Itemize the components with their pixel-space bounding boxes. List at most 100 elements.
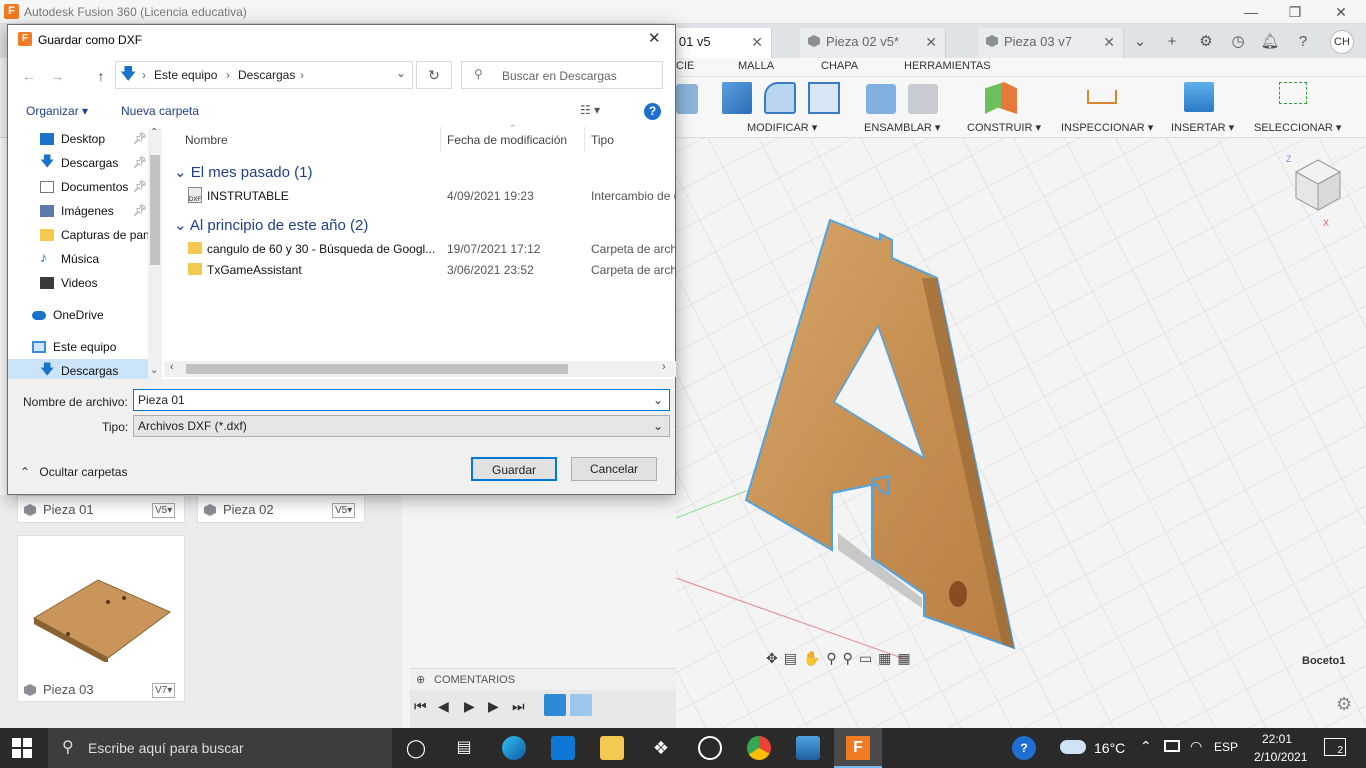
view-options-icon[interactable]: ☷ ▾ <box>580 103 600 117</box>
file-explorer-icon[interactable] <box>600 736 624 760</box>
chevron-down-icon[interactable]: ⌄ <box>1128 30 1152 54</box>
table-row[interactable]: cangulo de 60 y 30 - Búsqueda de Googl..… <box>164 238 676 258</box>
chamfer-icon[interactable] <box>808 82 840 114</box>
tree-item-imagenes[interactable]: Imágenes 📌︎ <box>8 199 153 223</box>
version-badge[interactable]: V7▾ <box>152 683 176 698</box>
data-item-pieza-02[interactable]: Pieza 02 V5▾ <box>197 495 365 523</box>
timeline-next-icon[interactable]: ▶ <box>488 698 499 715</box>
add-comment-icon[interactable]: ⊕ <box>416 669 425 691</box>
tree-item-musica[interactable]: ♪ Música <box>8 247 153 271</box>
ribbon-tab-herramientas[interactable]: HERRAMIENTAS <box>904 60 991 72</box>
joint-icon[interactable] <box>908 84 938 114</box>
app-icon[interactable] <box>698 736 722 760</box>
grid-settings-icon[interactable]: ▦ <box>878 650 897 666</box>
data-item-pieza-01[interactable]: Pieza 01 V5▾ <box>17 495 185 523</box>
measure-icon[interactable] <box>1087 90 1117 104</box>
temperature[interactable]: 16°C <box>1094 740 1125 756</box>
ribbon-tab-malla[interactable]: MALLA <box>738 60 774 72</box>
tree-scrollbar[interactable]: ⌃ ⌄ <box>148 127 162 379</box>
timeline-sketch-feature[interactable] <box>544 694 566 716</box>
tree-item-onedrive[interactable]: OneDrive <box>8 303 153 327</box>
modify-menu[interactable]: MODIFICAR ▾ <box>747 121 817 134</box>
back-arrow-icon[interactable]: ← <box>20 67 38 85</box>
weather-cloud-icon[interactable] <box>1060 740 1086 754</box>
ribbon-tab-superficie[interactable]: CIE <box>676 60 694 72</box>
close-tab-icon[interactable]: ✕ <box>751 28 763 56</box>
tree-item-desktop[interactable]: Desktop 📌︎ <box>8 127 153 151</box>
assemble-menu[interactable]: ENSAMBLAR ▾ <box>864 121 940 134</box>
tab-pieza-02[interactable]: Pieza 02 v5* ✕ <box>800 28 946 58</box>
column-header-date[interactable]: Fecha de modificación <box>447 133 567 147</box>
tab-pieza-01[interactable]: a 01 v5 ✕ <box>660 28 772 58</box>
fillet-icon[interactable] <box>764 82 796 114</box>
inspect-menu[interactable]: INSPECCIONAR ▾ <box>1061 121 1153 134</box>
cancel-button[interactable]: Cancelar <box>571 457 657 481</box>
minimize-button[interactable]: — <box>1240 2 1262 22</box>
address-bar[interactable]: 🡇 › Este equipo › Descargas › ⌄ <box>115 61 413 89</box>
tree-item-videos[interactable]: Videos <box>8 271 153 295</box>
hide-folders-button[interactable]: ⌃ Ocultar carpetas <box>20 465 127 479</box>
viewports-icon[interactable]: ▦ <box>897 650 916 666</box>
up-arrow-icon[interactable]: ↑ <box>92 67 110 85</box>
tab-pieza-03[interactable]: Pieza 03 v7 ✕ <box>978 28 1124 58</box>
help-tray-icon[interactable]: ? <box>1012 736 1036 760</box>
tree-item-documentos[interactable]: Documentos 📌︎ <box>8 175 153 199</box>
timeline-extrude-feature[interactable] <box>570 694 592 716</box>
version-badge[interactable]: V5▾ <box>332 503 356 518</box>
look-at-icon[interactable]: ▤ <box>784 650 803 666</box>
data-item-pieza-03[interactable]: Pieza 03 V7▾ <box>17 535 185 702</box>
search-input[interactable]: ⚲ Buscar en Descargas <box>461 61 663 89</box>
select-window-icon[interactable] <box>1279 82 1307 104</box>
refresh-button[interactable]: ↻ <box>416 61 452 89</box>
insert-image-icon[interactable] <box>1184 82 1214 112</box>
extensions-icon[interactable]: ⚙ <box>1194 30 1218 54</box>
orbit-icon[interactable]: ✥ <box>766 650 784 666</box>
cortana-icon[interactable]: ◯ <box>404 736 428 760</box>
task-view-icon[interactable]: ▤ <box>452 736 476 760</box>
tree-item-capturas[interactable]: Capturas de pan <box>8 223 153 247</box>
notifications-bell-icon[interactable]: 🔔︎ <box>1258 30 1282 54</box>
insert-menu[interactable]: INSERTAR ▾ <box>1171 121 1234 134</box>
construct-plane-icon[interactable] <box>985 82 1017 114</box>
notification-center-icon[interactable]: 2 <box>1324 738 1346 756</box>
new-folder-button[interactable]: Nueva carpeta <box>121 104 199 118</box>
timeline-prev-icon[interactable]: ◀ <box>438 698 449 715</box>
dropbox-icon[interactable]: ❖ <box>649 736 673 760</box>
save-button[interactable]: Guardar <box>471 457 557 481</box>
filename-input[interactable]: Pieza 01 ⌄ <box>133 389 670 411</box>
construct-menu[interactable]: CONSTRUIR ▾ <box>967 121 1041 134</box>
taskbar-search-box[interactable]: ⚲ Escribe aquí para buscar <box>48 728 392 768</box>
tree-item-descargas-selected[interactable]: 🡇 Descargas <box>8 359 153 379</box>
timeline-last-icon[interactable]: ⏭ <box>512 698 525 715</box>
version-badge[interactable]: V5▾ <box>152 503 176 518</box>
tree-item-este-equipo[interactable]: Este equipo <box>8 335 153 359</box>
tree-item-descargas[interactable]: 🡇 Descargas 📌︎ <box>8 151 153 175</box>
group-header-last-month[interactable]: ⌄ El mes pasado (1) <box>174 163 312 181</box>
photos-icon[interactable] <box>796 736 820 760</box>
maximize-button[interactable]: ❐ <box>1284 2 1306 22</box>
windows-start-icon[interactable] <box>12 738 32 758</box>
close-tab-icon[interactable]: ✕ <box>925 28 937 56</box>
battery-icon[interactable] <box>1164 740 1180 752</box>
help-icon[interactable]: ? <box>1291 30 1315 54</box>
horizontal-scrollbar[interactable]: ‹ › <box>164 361 676 377</box>
new-component-icon[interactable] <box>866 84 896 114</box>
breadcrumb-descargas[interactable]: Descargas <box>238 68 295 82</box>
column-header-type[interactable]: Tipo <box>591 133 614 147</box>
fusion-taskbar-button[interactable]: F <box>834 728 882 768</box>
shell-tool-icon[interactable] <box>676 84 698 114</box>
fit-icon[interactable]: ⚲ <box>843 650 859 666</box>
mail-icon[interactable] <box>551 736 575 760</box>
chevron-up-icon[interactable]: ⌃ <box>1140 738 1152 755</box>
clock-time[interactable]: 22:01 <box>1262 732 1292 746</box>
timeline-play-icon[interactable]: ▶ <box>464 698 475 715</box>
chrome-icon[interactable] <box>747 736 771 760</box>
column-header-name[interactable]: Nombre <box>185 133 228 147</box>
navigation-toolbar[interactable]: ✥▤✋⚲⚲▭▦▦ <box>766 650 1000 672</box>
press-pull-icon[interactable] <box>722 82 752 114</box>
clock-date[interactable]: 2/10/2021 <box>1254 750 1307 764</box>
language-indicator[interactable]: ESP <box>1214 740 1238 754</box>
help-button[interactable]: ? <box>644 103 661 120</box>
ribbon-tab-chapa[interactable]: CHAPA <box>821 60 858 72</box>
display-settings-icon[interactable]: ▭ <box>859 650 878 666</box>
